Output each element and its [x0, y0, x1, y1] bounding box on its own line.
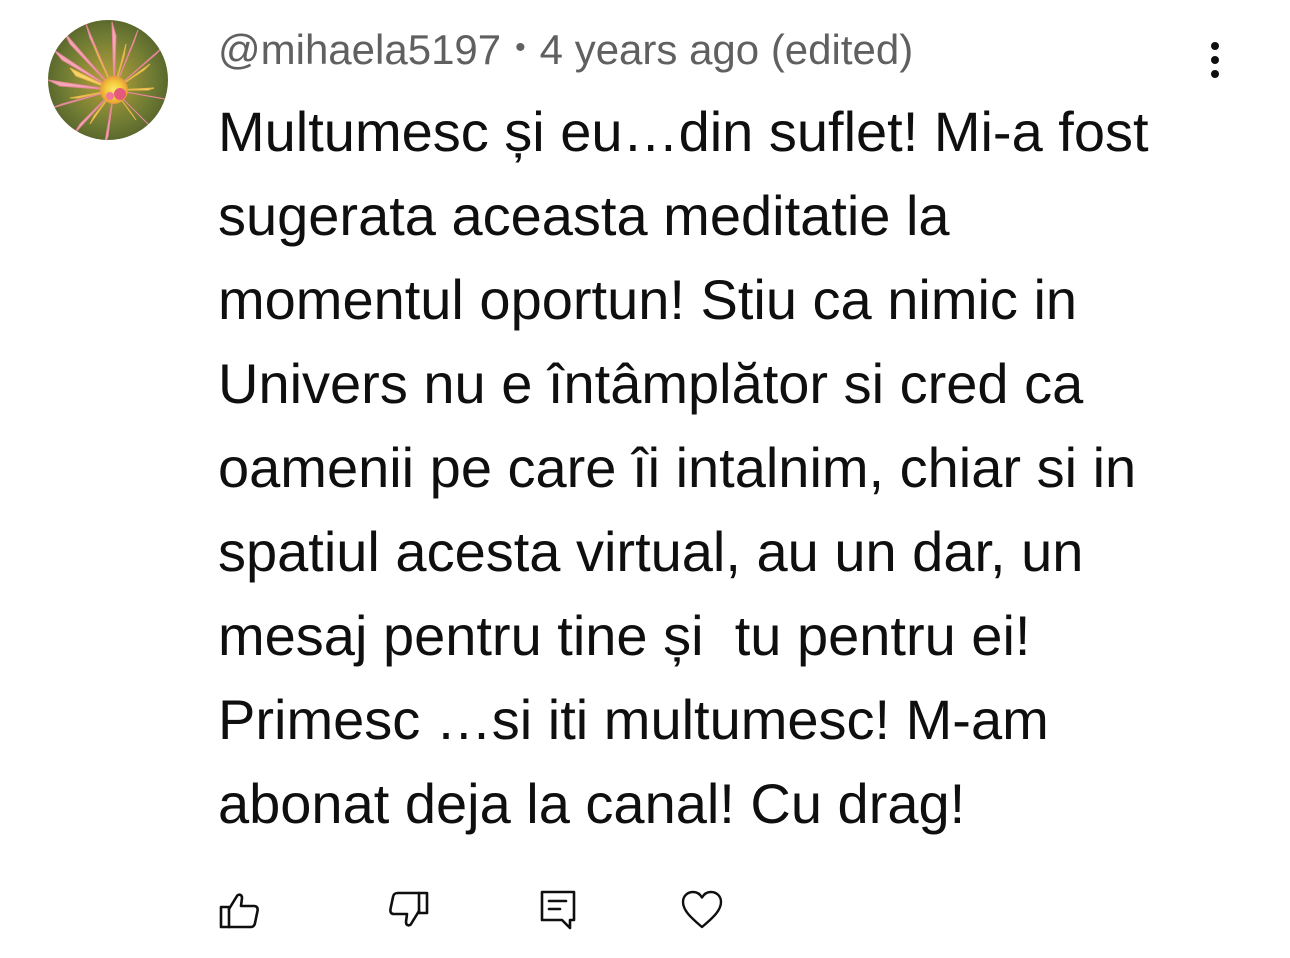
flower-avatar-image — [48, 20, 168, 140]
heart-icon — [681, 890, 723, 929]
author-name[interactable]: @mihaela5197 — [218, 26, 501, 74]
comment-timestamp[interactable]: 4 years ago (edited) — [540, 26, 914, 74]
comment-action-bar — [0, 880, 800, 940]
avatar[interactable] — [48, 20, 168, 140]
more-vertical-icon — [1211, 42, 1219, 78]
meta-separator: • — [515, 31, 526, 64]
heart-button[interactable] — [672, 880, 732, 940]
more-options-button[interactable] — [1190, 30, 1240, 90]
comment-meta: @mihaela5197 • 4 years ago (edited) — [218, 22, 913, 78]
dislike-button[interactable] — [378, 880, 438, 940]
thumbs-up-icon — [219, 893, 259, 929]
reply-button[interactable] — [528, 880, 588, 940]
comment-text: Multumesc și eu…din suflet! Mi-a fost su… — [218, 100, 1149, 835]
like-button[interactable] — [210, 880, 270, 940]
thumbs-down-icon — [389, 891, 429, 927]
comment-icon — [540, 890, 576, 930]
